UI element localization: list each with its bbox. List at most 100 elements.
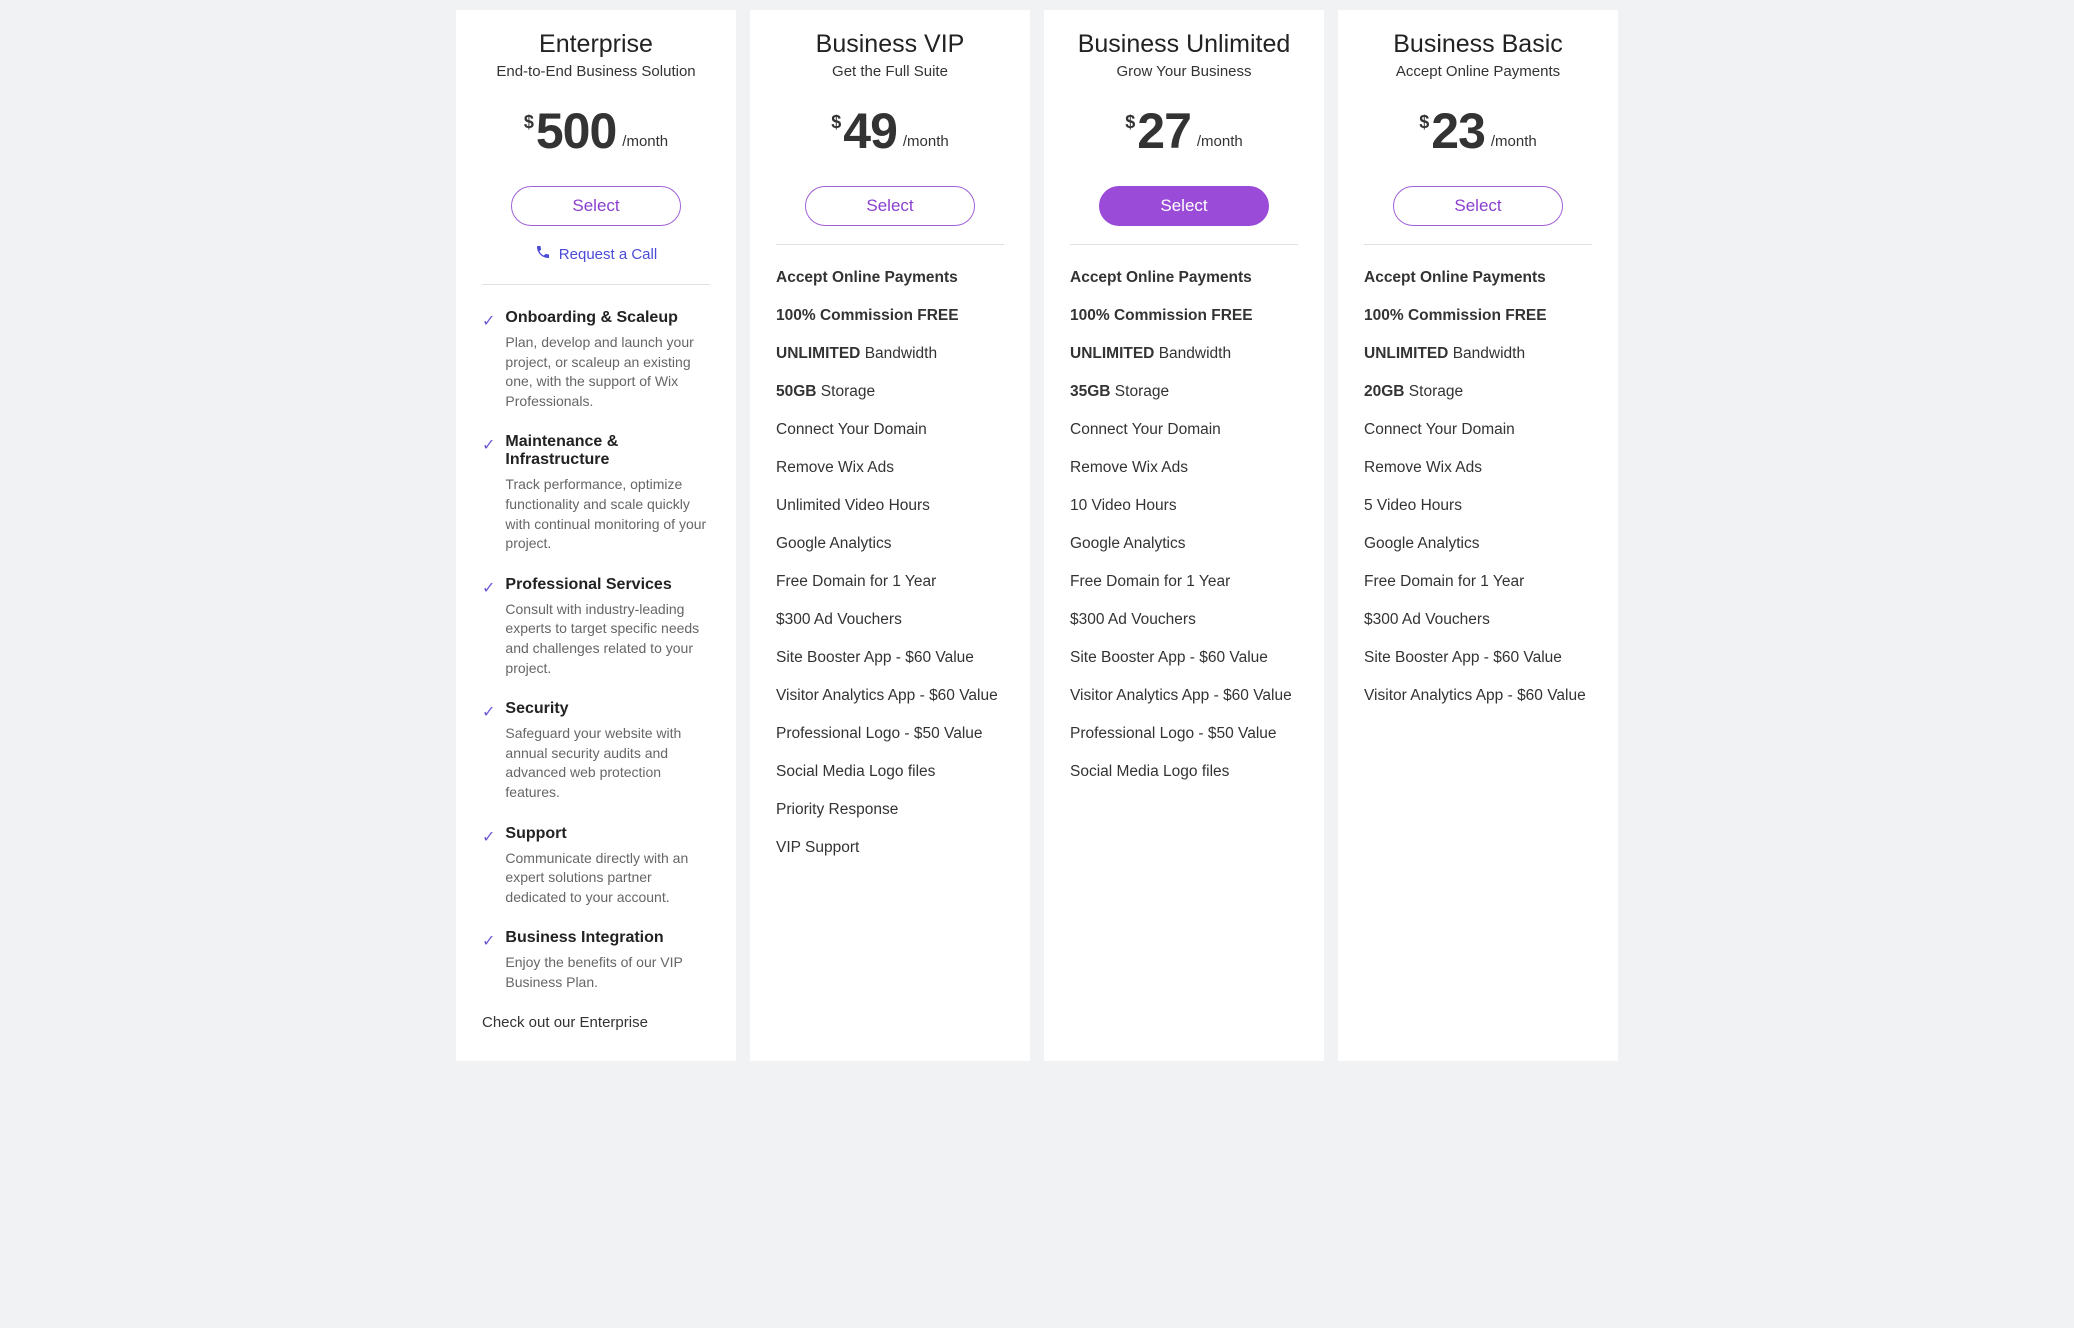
feature-description: Track performance, optimize functionalit… bbox=[505, 475, 710, 553]
feature-item-bold: Accept Online Payments bbox=[776, 269, 1004, 287]
currency-symbol: $ bbox=[1125, 112, 1135, 133]
feature-item: Google Analytics bbox=[1070, 535, 1298, 553]
price-period: /month bbox=[1197, 133, 1243, 150]
price-value: 500 bbox=[536, 106, 616, 156]
divider bbox=[1364, 244, 1592, 245]
request-call-label: Request a Call bbox=[559, 246, 657, 263]
feature-item-bold: 100% Commission FREE bbox=[776, 307, 1004, 325]
select-button[interactable]: Select bbox=[1393, 186, 1563, 226]
feature-item: Google Analytics bbox=[776, 535, 1004, 553]
feature-item: Free Domain for 1 Year bbox=[1070, 573, 1298, 591]
pricing-container: Enterprise End-to-End Business Solution … bbox=[337, 10, 1737, 1061]
check-icon: ✓ bbox=[482, 827, 495, 908]
feature-heading: Maintenance & Infrastructure bbox=[505, 433, 710, 469]
feature-item: 10 Video Hours bbox=[1070, 497, 1298, 515]
feature-item-bold: UNLIMITED Bandwidth bbox=[776, 345, 1004, 363]
feature-item: Remove Wix Ads bbox=[1070, 459, 1298, 477]
feature-item: Professional Logo - $50 Value bbox=[1070, 725, 1298, 743]
plan-business-vip: Business VIP Get the Full Suite $ 49 /mo… bbox=[750, 10, 1030, 1061]
feature-list: Accept Online Payments 100% Commission FR… bbox=[1364, 269, 1592, 705]
feature-item: Google Analytics bbox=[1364, 535, 1592, 553]
enterprise-feature-item: ✓ Maintenance & Infrastructure Track perfo… bbox=[482, 433, 710, 553]
price-row: $ 49 /month bbox=[776, 106, 1004, 156]
feature-heading: Onboarding & Scaleup bbox=[505, 309, 710, 327]
feature-item: $300 Ad Vouchers bbox=[776, 611, 1004, 629]
feature-item-bold: 100% Commission FREE bbox=[1364, 307, 1592, 325]
plan-subtitle: Accept Online Payments bbox=[1364, 63, 1592, 80]
check-icon: ✓ bbox=[482, 578, 495, 678]
currency-symbol: $ bbox=[524, 112, 534, 133]
price-value: 23 bbox=[1431, 106, 1485, 156]
feature-item-bold: 50GB Storage bbox=[776, 383, 1004, 401]
plan-subtitle: Grow Your Business bbox=[1070, 63, 1298, 80]
plan-business-basic: Business Basic Accept Online Payments $ … bbox=[1338, 10, 1618, 1061]
feature-item: Professional Logo - $50 Value bbox=[776, 725, 1004, 743]
feature-item-bold: UNLIMITED Bandwidth bbox=[1364, 345, 1592, 363]
phone-icon bbox=[535, 244, 551, 264]
feature-heading: Support bbox=[505, 825, 710, 843]
price-value: 27 bbox=[1137, 106, 1191, 156]
price-period: /month bbox=[622, 133, 668, 150]
price-row: $ 27 /month bbox=[1070, 106, 1298, 156]
feature-item: Social Media Logo files bbox=[776, 763, 1004, 781]
feature-item: $300 Ad Vouchers bbox=[1070, 611, 1298, 629]
feature-list: Accept Online Payments 100% Commission FR… bbox=[1070, 269, 1298, 781]
feature-description: Consult with industry-leading experts to… bbox=[505, 600, 710, 678]
divider bbox=[482, 284, 710, 285]
feature-item: Free Domain for 1 Year bbox=[1364, 573, 1592, 591]
feature-item-bold: 20GB Storage bbox=[1364, 383, 1592, 401]
enterprise-feature-item: ✓ Professional Services Consult with indus… bbox=[482, 576, 710, 678]
feature-item: Free Domain for 1 Year bbox=[776, 573, 1004, 591]
feature-item: Remove Wix Ads bbox=[1364, 459, 1592, 477]
price-period: /month bbox=[903, 133, 949, 150]
enterprise-feature-list: ✓ Onboarding & Scaleup Plan, develop and l… bbox=[482, 309, 710, 992]
feature-description: Communicate directly with an expert solu… bbox=[505, 849, 710, 908]
enterprise-feature-item: ✓ Support Communicate directly with an exp… bbox=[482, 825, 710, 908]
feature-heading: Security bbox=[505, 700, 710, 718]
feature-item: Connect Your Domain bbox=[776, 421, 1004, 439]
plan-title: Enterprise bbox=[482, 30, 710, 59]
feature-item-bold: Accept Online Payments bbox=[1364, 269, 1592, 287]
feature-item: Unlimited Video Hours bbox=[776, 497, 1004, 515]
currency-symbol: $ bbox=[1419, 112, 1429, 133]
feature-description: Safeguard your website with annual secur… bbox=[505, 724, 710, 802]
feature-item: 5 Video Hours bbox=[1364, 497, 1592, 515]
enterprise-feature-item: ✓Business IntegrationEnjoy the benefits … bbox=[482, 929, 710, 992]
feature-item: Visitor Analytics App - $60 Value bbox=[1070, 687, 1298, 705]
check-icon: ✓ bbox=[482, 435, 495, 553]
currency-symbol: $ bbox=[831, 112, 841, 133]
select-button[interactable]: Select bbox=[805, 186, 975, 226]
check-icon: ✓ bbox=[482, 311, 495, 411]
feature-item-bold: 35GB Storage bbox=[1070, 383, 1298, 401]
plan-title: Business VIP bbox=[776, 30, 1004, 59]
feature-description: Plan, develop and launch your project, o… bbox=[505, 333, 710, 411]
feature-item: Site Booster App - $60 Value bbox=[776, 649, 1004, 667]
select-button[interactable]: Select bbox=[1099, 186, 1269, 226]
feature-item: Site Booster App - $60 Value bbox=[1364, 649, 1592, 667]
divider bbox=[776, 244, 1004, 245]
price-value: 49 bbox=[843, 106, 897, 156]
feature-item: VIP Support bbox=[776, 839, 1004, 857]
price-row: $ 500 /month bbox=[482, 106, 710, 156]
feature-item: $300 Ad Vouchers bbox=[1364, 611, 1592, 629]
feature-description: Enjoy the benefits of our VIP Business P… bbox=[505, 953, 710, 992]
feature-item: Remove Wix Ads bbox=[776, 459, 1004, 477]
feature-item: Connect Your Domain bbox=[1364, 421, 1592, 439]
select-button[interactable]: Select bbox=[511, 186, 681, 226]
feature-heading: Professional Services bbox=[505, 576, 710, 594]
feature-item: Visitor Analytics App - $60 Value bbox=[776, 687, 1004, 705]
price-row: $ 23 /month bbox=[1364, 106, 1592, 156]
price-period: /month bbox=[1491, 133, 1537, 150]
feature-item: Priority Response bbox=[776, 801, 1004, 819]
feature-item-bold: 100% Commission FREE bbox=[1070, 307, 1298, 325]
plan-subtitle: End-to-End Business Solution bbox=[482, 63, 710, 80]
request-call-link[interactable]: Request a Call bbox=[482, 244, 710, 264]
check-icon: ✓ bbox=[482, 931, 495, 992]
enterprise-footer-text: Check out our Enterprise bbox=[482, 1014, 710, 1031]
feature-item: Visitor Analytics App - $60 Value bbox=[1364, 687, 1592, 705]
feature-item-bold: UNLIMITED Bandwidth bbox=[1070, 345, 1298, 363]
enterprise-feature-item: ✓ Security Safeguard your website with ann… bbox=[482, 700, 710, 802]
feature-item-bold: Accept Online Payments bbox=[1070, 269, 1298, 287]
feature-item: Site Booster App - $60 Value bbox=[1070, 649, 1298, 667]
check-icon: ✓ bbox=[482, 702, 495, 802]
